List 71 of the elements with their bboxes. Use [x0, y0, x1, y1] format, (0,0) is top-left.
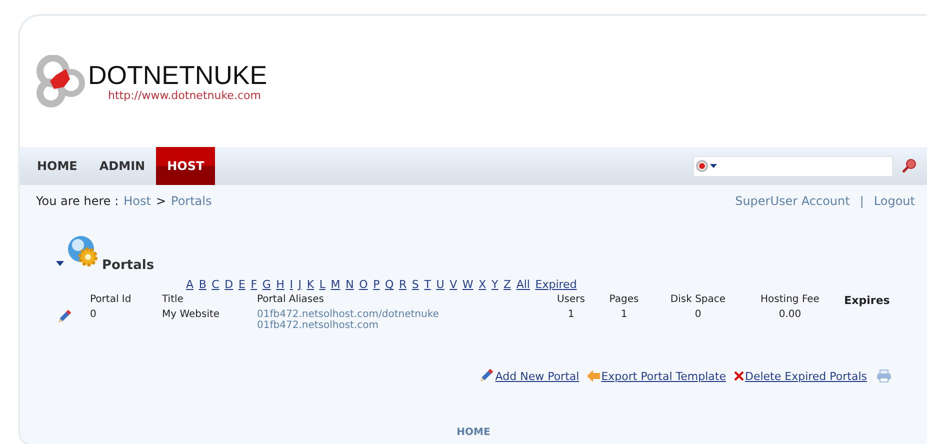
- search-icon[interactable]: [901, 158, 917, 174]
- logo-url: http://www.dotnetnuke.com: [108, 89, 262, 102]
- table-cell-text: 0: [694, 308, 702, 322]
- filter-link[interactable]: A: [186, 278, 194, 291]
- table-cell-text: 0: [90, 308, 98, 322]
- column-header: Title: [162, 293, 184, 307]
- table-cell-text: 1: [566, 308, 576, 322]
- filter-link[interactable]: Y: [491, 278, 498, 291]
- filter-link[interactable]: F: [250, 278, 258, 291]
- filter-link[interactable]: O: [359, 278, 368, 291]
- filter-link[interactable]: M: [330, 278, 340, 291]
- logo-text: DOTNETNUKE: [88, 61, 268, 89]
- column-header: Hosting Fee: [760, 293, 820, 307]
- nav-tab[interactable]: HOME: [26, 147, 88, 185]
- filter-link[interactable]: N: [346, 278, 354, 291]
- filter-link[interactable]: K: [306, 278, 314, 291]
- breadcrumb-link[interactable]: Host: [124, 194, 151, 208]
- globe-gear-icon: [66, 235, 100, 267]
- column-header: Pages: [608, 293, 640, 307]
- filter-link[interactable]: U: [436, 278, 444, 291]
- filter-link[interactable]: D: [224, 278, 234, 291]
- search-field[interactable]: [693, 156, 893, 176]
- table-cell-text: 0.00: [778, 308, 802, 322]
- breadcrumb-link[interactable]: Portals: [171, 194, 212, 208]
- table-cell-text: 1: [620, 308, 628, 322]
- link-separator: |: [860, 194, 864, 208]
- filter-link[interactable]: B: [198, 278, 206, 291]
- column-header: Portal Aliases: [257, 293, 326, 307]
- filter-link[interactable]: W: [462, 278, 474, 291]
- filter-link[interactable]: Q: [385, 278, 394, 291]
- alias-link[interactable]: 01fb472.netsolhost.com/dotnetnuke: [257, 309, 547, 320]
- account-link[interactable]: SuperUser Account: [735, 194, 850, 208]
- filter-link[interactable]: Z: [503, 278, 512, 291]
- filter-link[interactable]: X: [478, 278, 486, 291]
- filter-link[interactable]: S: [412, 278, 419, 291]
- action-link[interactable]: Export Portal Template: [601, 370, 726, 382]
- column-header: Users: [556, 293, 586, 307]
- action-link[interactable]: Delete Expired Portals: [745, 370, 867, 382]
- logo-icon: [36, 54, 86, 108]
- action-link[interactable]: Add New Portal: [495, 370, 580, 382]
- arrow-icon: [587, 370, 600, 382]
- filter-link[interactable]: J: [298, 278, 302, 291]
- filter-link[interactable]: All: [516, 278, 530, 291]
- table-cell-text: My Website: [162, 308, 221, 322]
- pencil-icon: [478, 368, 494, 384]
- column-header: Expires: [843, 293, 891, 308]
- logout-link[interactable]: Logout: [874, 194, 915, 208]
- filter-link[interactable]: T: [424, 278, 431, 291]
- filter-link[interactable]: C: [212, 278, 220, 291]
- breadcrumb-label: You are here :: [36, 194, 119, 208]
- footer-link[interactable]: HOME: [456, 427, 490, 438]
- filter-link[interactable]: P: [373, 278, 380, 291]
- alias-link[interactable]: 01fb472.netsolhost.com: [257, 320, 547, 331]
- filter-link[interactable]: V: [450, 278, 458, 291]
- filter-link[interactable]: Expired: [535, 278, 577, 291]
- breadcrumb-separator: >: [156, 194, 166, 208]
- filter-link[interactable]: G: [262, 278, 271, 291]
- filter-link[interactable]: I: [290, 278, 293, 291]
- cross-icon: [734, 371, 744, 381]
- filter-link[interactable]: R: [398, 278, 407, 291]
- filter-link[interactable]: L: [319, 278, 326, 291]
- edit-pencil-icon: [56, 309, 72, 325]
- column-header: Disk Space: [669, 293, 727, 307]
- logo-dropdown-icon: [696, 160, 718, 172]
- nav-tab[interactable]: HOST: [156, 147, 216, 185]
- nav-tab[interactable]: ADMIN: [88, 147, 156, 185]
- filter-link[interactable]: E: [238, 278, 246, 291]
- column-header: Portal Id: [90, 293, 132, 307]
- module-title: Portals: [102, 258, 154, 273]
- collapse-caret-icon[interactable]: [56, 261, 64, 267]
- filter-link[interactable]: H: [276, 278, 284, 291]
